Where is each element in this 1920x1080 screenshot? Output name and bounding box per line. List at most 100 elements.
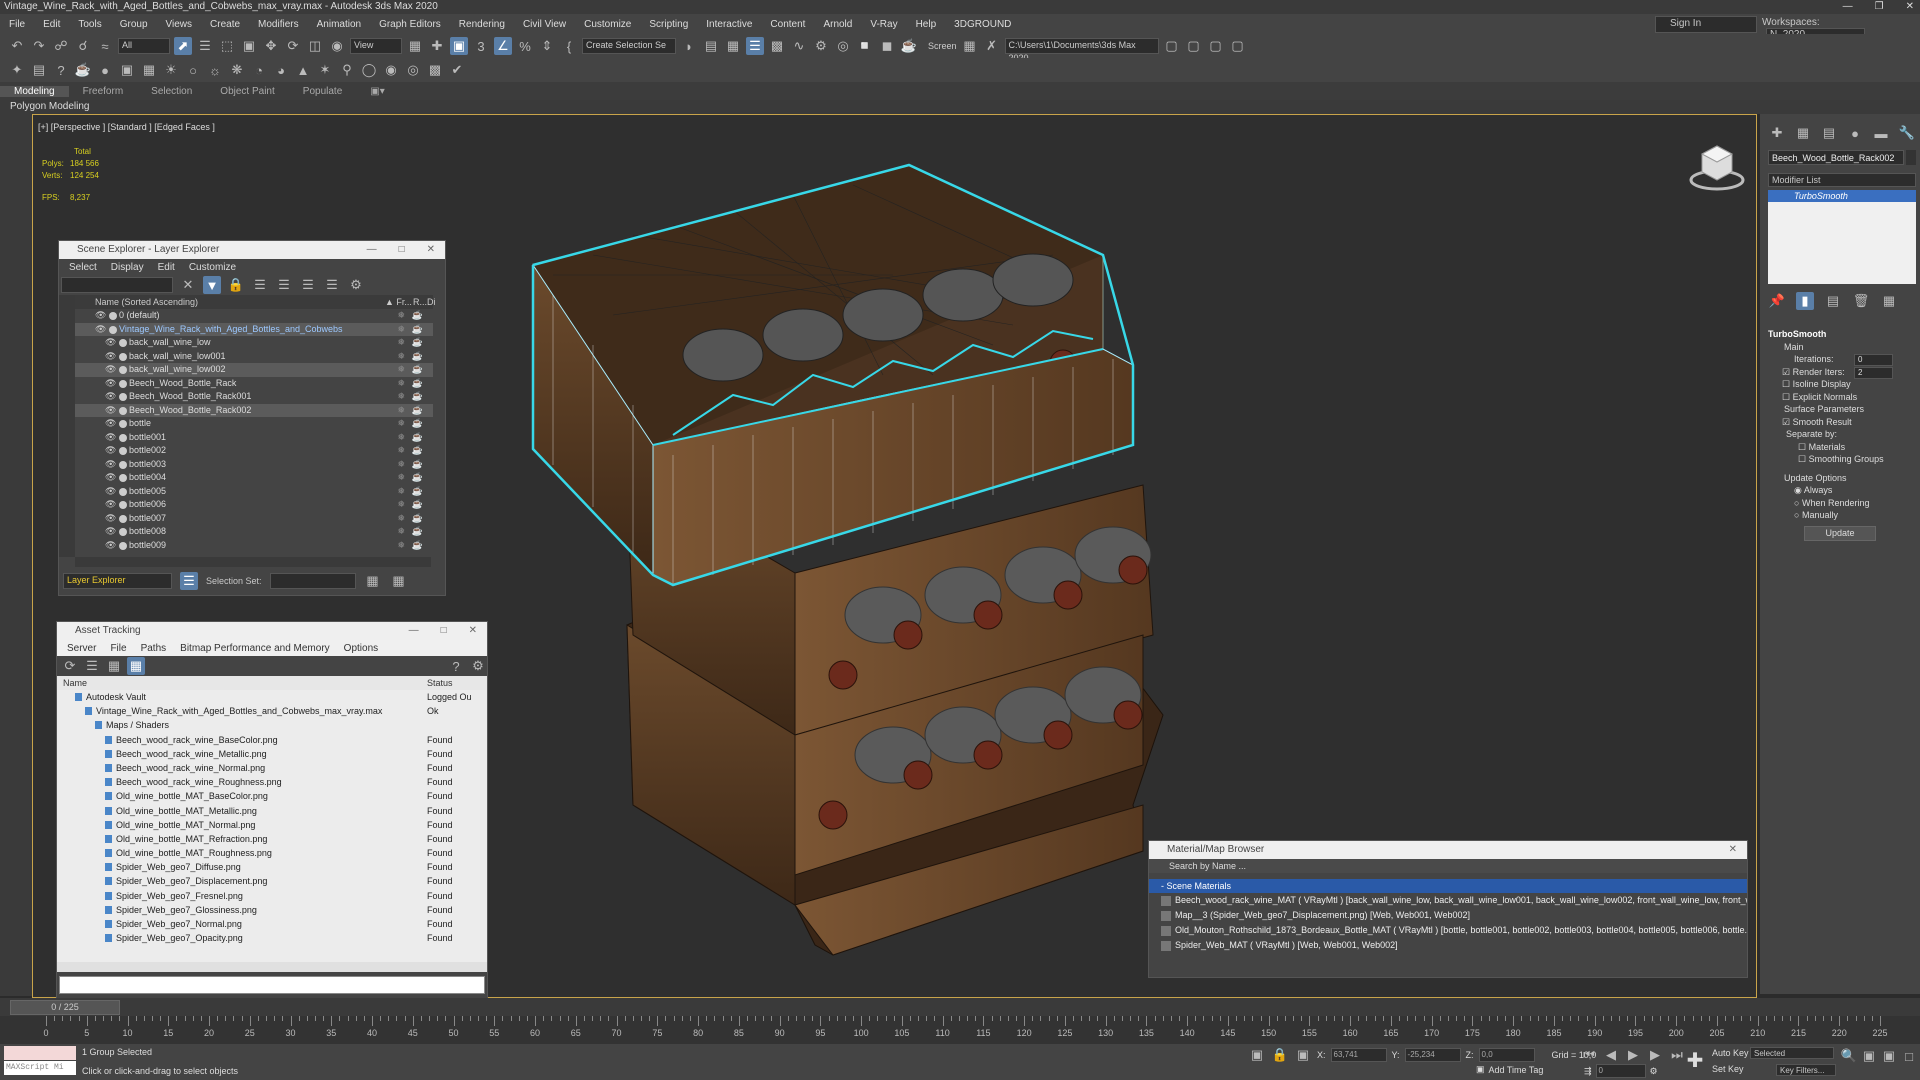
tab-selection[interactable]: Selection bbox=[137, 86, 206, 97]
render-setup-icon[interactable]: ◽ bbox=[856, 37, 874, 55]
align-icon[interactable]: ▤ bbox=[702, 37, 720, 55]
menu-group[interactable]: Group bbox=[111, 19, 157, 30]
percent-snap-icon[interactable]: % bbox=[516, 37, 534, 55]
vray-fur-icon[interactable]: ✶ bbox=[316, 61, 334, 79]
close-icon[interactable]: ✕ bbox=[1906, 0, 1914, 14]
angle-snap-icon[interactable]: ∠ bbox=[494, 37, 512, 55]
visibility-eye-icon[interactable]: 👁 bbox=[105, 485, 116, 499]
scene-item[interactable]: 👁 Beech_Wood_Bottle_Rack ❅ ☕ bbox=[75, 377, 433, 391]
visibility-eye-icon[interactable]: 👁 bbox=[105, 363, 116, 377]
rectangular-selection-icon[interactable]: ⬚ bbox=[218, 37, 236, 55]
visibility-eye-icon[interactable]: 👁 bbox=[95, 309, 106, 323]
column-frozen-header[interactable]: ▲ Fr... bbox=[385, 295, 412, 309]
scene-item[interactable]: 👁 bottle001 ❅ ☕ bbox=[75, 431, 433, 445]
menu-select[interactable]: Select bbox=[69, 262, 97, 273]
material-editor-icon[interactable]: ◎ bbox=[834, 37, 852, 55]
manually-radio[interactable]: ○ bbox=[1794, 510, 1799, 520]
menu-vray[interactable]: V-Ray bbox=[861, 19, 906, 30]
scale-icon[interactable]: ◫ bbox=[306, 37, 324, 55]
freeze-icon[interactable]: ❅ bbox=[397, 525, 405, 539]
tree-view-icon[interactable]: ▦ bbox=[127, 657, 145, 675]
create-panel-icon[interactable]: ✦ bbox=[8, 61, 26, 79]
add-time-tag-label[interactable]: Add Time Tag bbox=[1489, 1065, 1544, 1075]
menu-server[interactable]: Server bbox=[67, 643, 96, 654]
create-project-icon[interactable]: ▢ bbox=[1229, 37, 1247, 55]
play-icon[interactable]: ▶ bbox=[1624, 1046, 1642, 1064]
visibility-eye-icon[interactable]: 👁 bbox=[105, 525, 116, 539]
material-row[interactable]: Map__3 (Spider_Web_geo7_Displacement.png… bbox=[1149, 908, 1747, 923]
auto-key-button[interactable]: Auto Key bbox=[1712, 1048, 1749, 1058]
show-end-result-icon[interactable]: ▮ bbox=[1796, 292, 1814, 310]
explorer-type-dropdown[interactable]: Layer Explorer bbox=[63, 573, 172, 589]
render-teapot-icon[interactable]: ☕ bbox=[412, 525, 423, 539]
x-coordinate-field[interactable]: 63,741 bbox=[1330, 1048, 1387, 1062]
always-radio[interactable]: ◉ bbox=[1794, 485, 1802, 495]
render-teapot-icon[interactable]: ☕ bbox=[412, 350, 423, 364]
snaps-toggle-icon[interactable]: 3 bbox=[472, 37, 490, 55]
freeze-icon[interactable]: ❅ bbox=[397, 444, 405, 458]
asset-row[interactable]: Old_wine_bottle_MAT_Refraction.png Found bbox=[57, 832, 487, 846]
asset-row[interactable]: Old_wine_bottle_MAT_Metallic.png Found bbox=[57, 804, 487, 818]
asset-row[interactable]: Beech_wood_rack_wine_Normal.png Found bbox=[57, 761, 487, 775]
tab-populate[interactable]: Populate bbox=[289, 86, 356, 97]
asset-help-icon[interactable]: ? bbox=[447, 657, 465, 675]
open-project-icon[interactable]: ▢ bbox=[1207, 37, 1225, 55]
menu-views[interactable]: Views bbox=[157, 19, 202, 30]
scene-item[interactable]: 👁 Beech_Wood_Bottle_Rack001 ❅ ☕ bbox=[75, 390, 433, 404]
project-folder-icon[interactable]: ▢ bbox=[1163, 37, 1181, 55]
unlink-icon[interactable]: ☌ bbox=[74, 37, 92, 55]
freeze-icon[interactable]: ❅ bbox=[397, 539, 405, 553]
freeze-icon[interactable]: ❅ bbox=[397, 309, 405, 323]
selection-set-dropdown[interactable] bbox=[269, 573, 356, 589]
placement-icon[interactable]: ◉ bbox=[328, 37, 346, 55]
menu-help[interactable]: Help bbox=[907, 19, 946, 30]
rendered-frame-window-icon[interactable]: ◼ bbox=[878, 37, 896, 55]
menu-edit[interactable]: Edit bbox=[158, 262, 175, 273]
omni-light-icon[interactable]: ○ bbox=[184, 61, 202, 79]
render-teapot-icon[interactable]: ☕ bbox=[412, 404, 423, 418]
visibility-eye-icon[interactable]: 👁 bbox=[105, 350, 116, 364]
freeze-icon[interactable]: ❅ bbox=[397, 431, 405, 445]
scene-item[interactable]: 👁 bottle004 ❅ ☕ bbox=[75, 471, 433, 485]
close-icon[interactable]: ✕ bbox=[469, 622, 477, 640]
undo-icon[interactable]: ↶ bbox=[8, 37, 26, 55]
go-to-start-icon[interactable]: ⏮ bbox=[1580, 1046, 1598, 1064]
sort-icon[interactable]: ☰ bbox=[299, 276, 317, 294]
menu-options[interactable]: Options bbox=[344, 643, 378, 654]
column-render-header[interactable]: R... bbox=[413, 295, 427, 309]
material-row[interactable]: Spider_Web_MAT ( VRayMtl ) [Web, Web001,… bbox=[1149, 938, 1747, 953]
iterations-spinner[interactable]: 0 bbox=[1854, 354, 1893, 366]
z-coordinate-field[interactable]: 0,0 bbox=[1478, 1048, 1535, 1062]
asset-row[interactable]: Spider_Web_geo7_Diffuse.png Found bbox=[57, 860, 487, 874]
visibility-eye-icon[interactable]: 👁 bbox=[105, 417, 116, 431]
link-icon[interactable]: ☍ bbox=[52, 37, 70, 55]
asset-horizontal-scrollbar[interactable] bbox=[57, 962, 487, 972]
visibility-eye-icon[interactable]: 👁 bbox=[105, 471, 116, 485]
render-teapot-icon[interactable]: ☕ bbox=[412, 458, 423, 472]
camera-icon[interactable]: ▣ bbox=[118, 61, 136, 79]
menu-content[interactable]: Content bbox=[761, 19, 814, 30]
visibility-eye-icon[interactable]: 👁 bbox=[105, 404, 116, 418]
window-crossing-icon[interactable]: ▣ bbox=[240, 37, 258, 55]
scene-materials-header[interactable]: - Scene Materials bbox=[1149, 879, 1747, 893]
vray-checkmark-icon[interactable]: ✔ bbox=[448, 61, 466, 79]
asset-row[interactable]: Beech_wood_rack_wine_Roughness.png Found bbox=[57, 775, 487, 789]
scene-item[interactable]: 👁 bottle003 ❅ ☕ bbox=[75, 458, 433, 472]
select-manipulate-icon[interactable]: ✚ bbox=[428, 37, 446, 55]
render-production-icon[interactable]: ☕ bbox=[900, 37, 918, 55]
trackbar[interactable]: 0 5 10 15 20 25 30 35 40 45 50 55 60 65 70 75 80 85 90 95 10… bbox=[0, 1016, 1920, 1044]
asset-row[interactable]: Spider_Web_geo7_Fresnel.png Found bbox=[57, 889, 487, 903]
update-button[interactable]: Update bbox=[1804, 525, 1876, 541]
render-teapot-icon[interactable]: ☕ bbox=[412, 431, 423, 445]
menu-arnold[interactable]: Arnold bbox=[814, 19, 861, 30]
asset-settings-icon[interactable]: ⚙ bbox=[469, 657, 487, 675]
sphere-icon[interactable]: ● bbox=[96, 61, 114, 79]
menu-animation[interactable]: Animation bbox=[308, 19, 370, 30]
hierarchy-icon[interactable]: ☰ bbox=[251, 276, 269, 294]
isolate-selection-icon[interactable]: ▣ bbox=[1248, 1046, 1266, 1064]
modifier-list-dropdown[interactable]: Modifier List bbox=[1768, 173, 1916, 187]
vray-render-icon[interactable]: ◎ bbox=[404, 61, 422, 79]
motion-tab-icon[interactable]: ● bbox=[1846, 124, 1864, 142]
select-object-icon[interactable]: ⬈ bbox=[174, 37, 192, 55]
pin-stack-icon[interactable]: 📌 bbox=[1768, 292, 1786, 310]
